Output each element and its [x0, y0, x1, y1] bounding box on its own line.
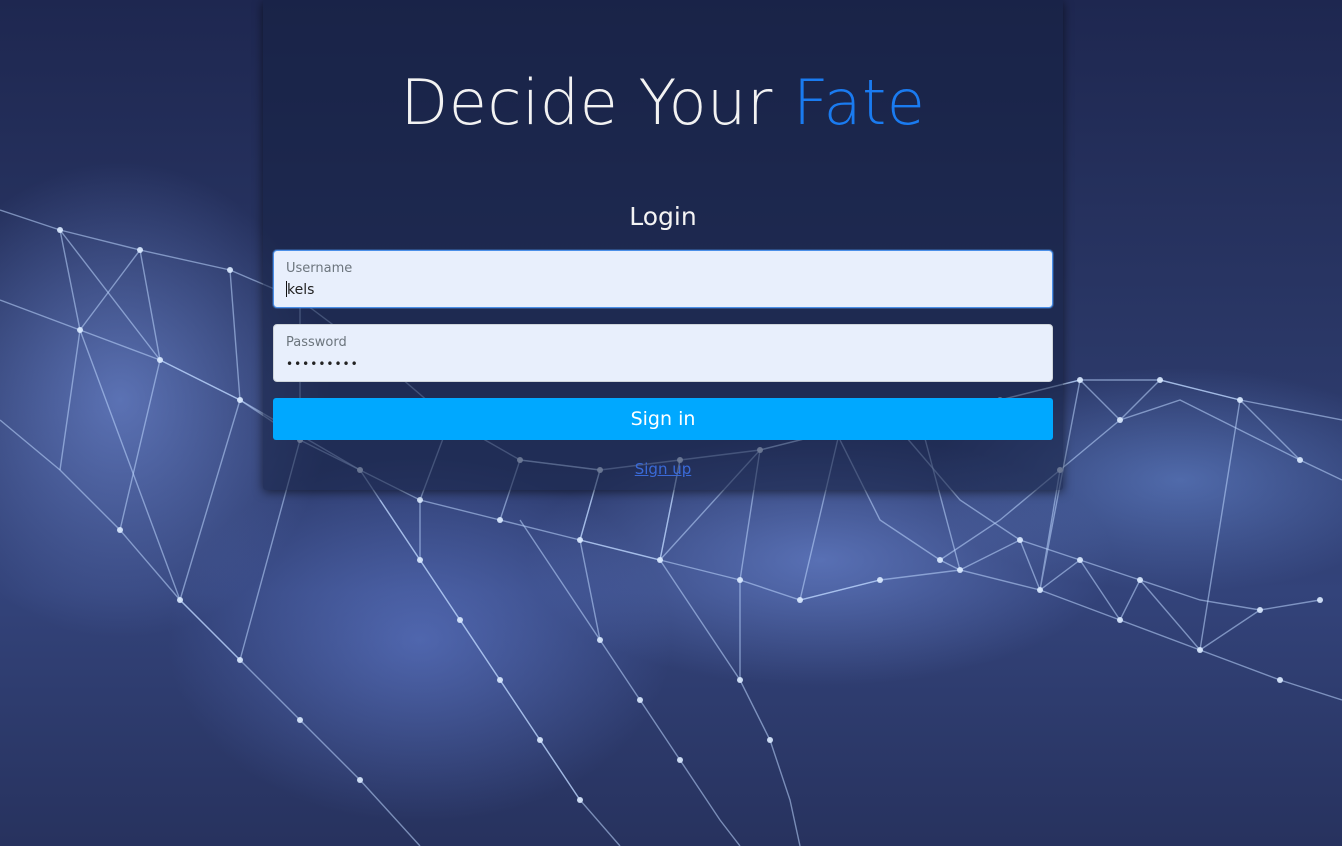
- username-value: kels: [287, 282, 315, 298]
- sign-up-link[interactable]: Sign up: [263, 460, 1063, 478]
- hero-title-accent: Fate: [793, 66, 926, 139]
- username-input[interactable]: kels: [286, 281, 314, 298]
- login-panel: Decide Your Fate Login Username kels Pas…: [263, 0, 1063, 490]
- username-field[interactable]: Username kels: [273, 250, 1053, 308]
- password-label: Password: [286, 335, 347, 350]
- hero-title: Decide Your Fate: [263, 66, 1063, 139]
- username-label: Username: [286, 261, 353, 276]
- sign-in-button[interactable]: Sign in: [273, 398, 1053, 440]
- login-heading: Login: [629, 202, 697, 231]
- password-field[interactable]: Password •••••••••: [273, 324, 1053, 382]
- hero-title-main: Decide Your: [400, 66, 773, 139]
- password-input[interactable]: •••••••••: [286, 357, 359, 371]
